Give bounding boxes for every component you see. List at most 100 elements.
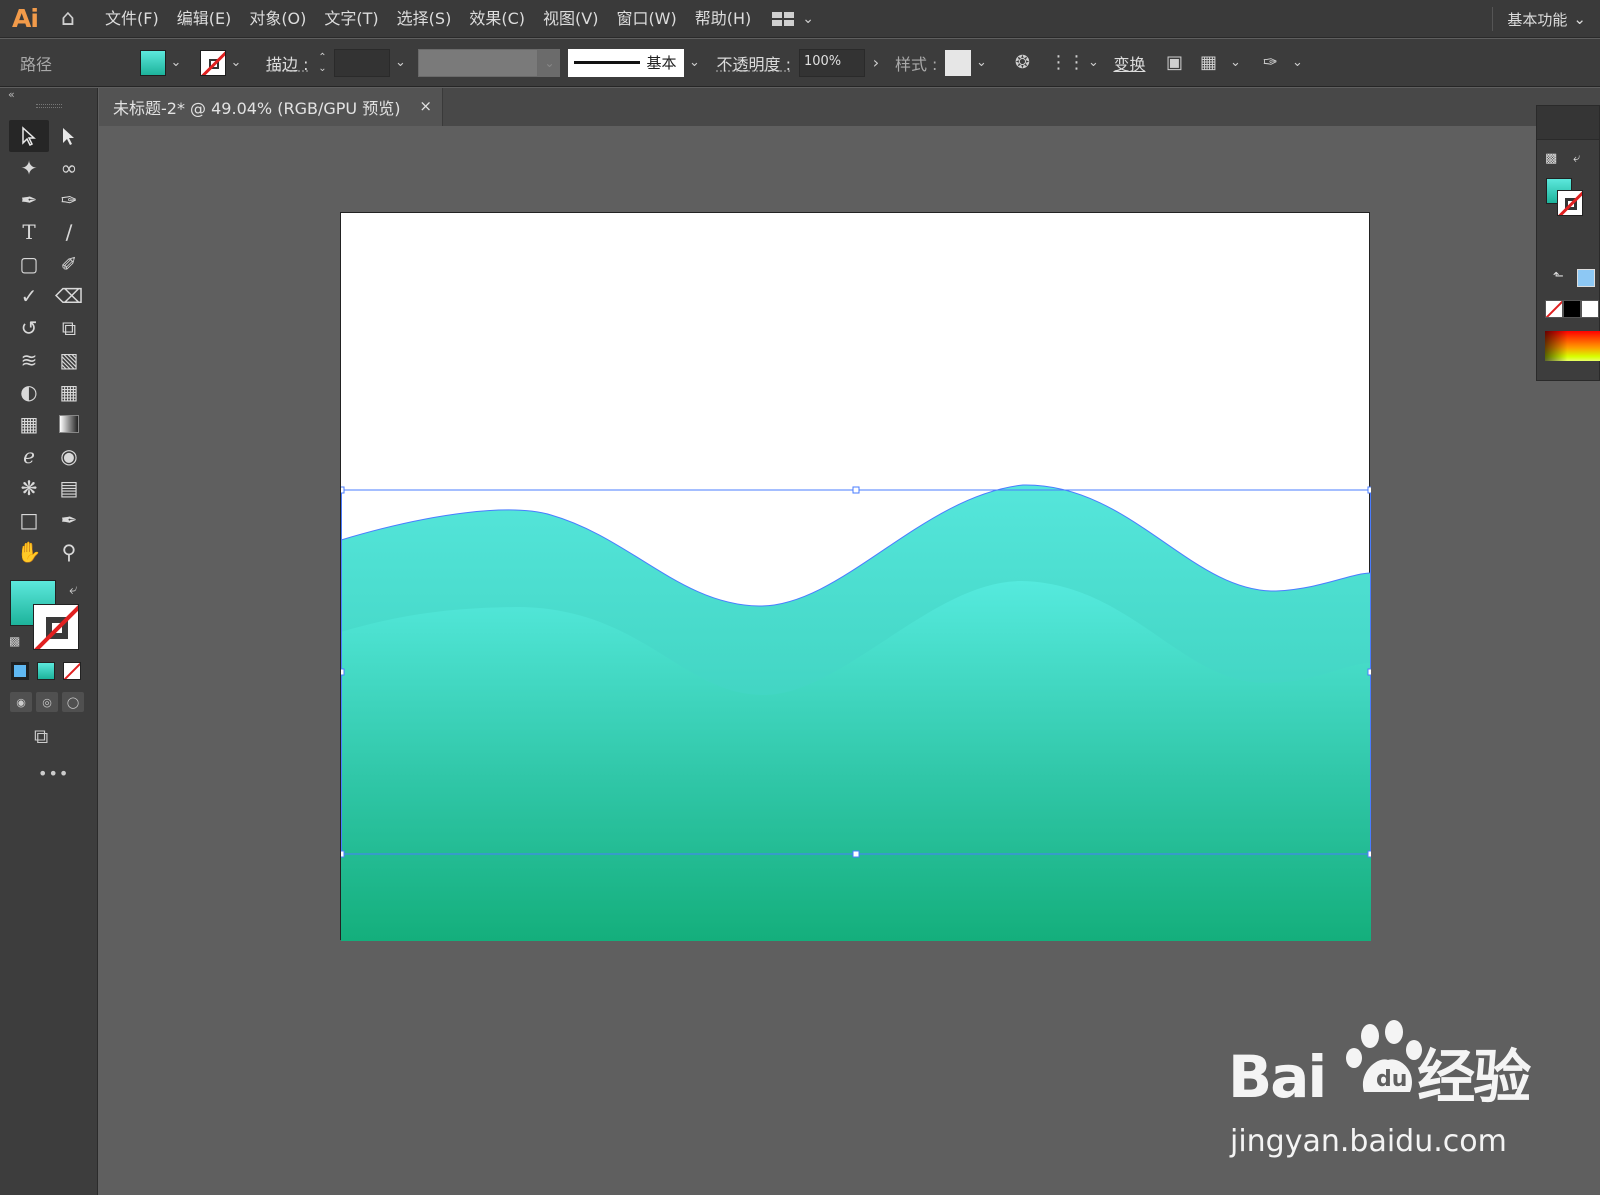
line-segment-tool-icon[interactable]: ∕ — [49, 216, 89, 248]
menu-object[interactable]: 对象(O) — [240, 0, 315, 38]
color-spectrum-ramp[interactable] — [1545, 331, 1600, 361]
opacity-label[interactable]: 不透明度 : — [716, 51, 790, 75]
eyedropper-tool-icon[interactable]: ℯ — [9, 440, 49, 472]
stroke-color-swatch[interactable] — [33, 604, 79, 650]
pen-tool-icon[interactable]: ✒ — [9, 184, 49, 216]
transform-link[interactable]: 变换 — [1113, 51, 1145, 75]
shaper-tool-icon[interactable]: ✓ — [9, 280, 49, 312]
screen-mode-icon[interactable]: ⧉ — [34, 724, 97, 748]
align-dropdown-icon[interactable]: ⌄ — [1083, 55, 1103, 70]
scale-tool-icon[interactable]: ⧉ — [49, 312, 89, 344]
stroke-dropdown-icon[interactable]: ⌄ — [226, 55, 246, 70]
brush-dropdown-icon[interactable]: ⌄ — [684, 55, 704, 70]
menu-effect[interactable]: 效果(C) — [460, 0, 534, 38]
select-similar-dropdown-icon[interactable]: ⌄ — [1225, 55, 1245, 70]
style-label: 样式 : — [894, 54, 938, 74]
arrange-documents-button[interactable]: ⌄ — [772, 11, 814, 27]
edit-toolbar-icon[interactable]: ••• — [38, 764, 97, 783]
draw-inside-icon[interactable]: ◯ — [62, 692, 84, 712]
style-dropdown-icon[interactable]: ⌄ — [971, 55, 991, 70]
workspace-switcher[interactable]: 基本功能 ⌄ — [1492, 0, 1600, 38]
black-swatch[interactable] — [1563, 300, 1581, 318]
variable-width-profile[interactable] — [418, 48, 539, 77]
color-mode-icon[interactable] — [11, 662, 29, 680]
rectangle-tool-icon[interactable]: ▢ — [9, 248, 49, 280]
close-tab-icon[interactable]: × — [419, 97, 432, 115]
none-swatch[interactable] — [1545, 300, 1563, 318]
collapse-panel-icon[interactable]: « — [0, 88, 97, 102]
menu-select[interactable]: 选择(S) — [388, 0, 461, 38]
artboard-tool-icon[interactable]: □ — [9, 504, 49, 536]
white-swatch[interactable] — [1581, 300, 1599, 318]
menu-window[interactable]: 窗口(W) — [607, 0, 685, 38]
brush-stroke-preview — [574, 61, 641, 64]
draw-behind-icon[interactable]: ◎ — [36, 692, 58, 712]
stroke-weight-stepper[interactable]: ⌃ ⌄ — [312, 52, 332, 74]
menu-view[interactable]: 视图(V) — [534, 0, 607, 38]
symbol-sprayer-tool-icon[interactable]: ❋ — [9, 472, 49, 504]
rotate-tool-icon[interactable]: ↺ — [9, 312, 49, 344]
stroke-label[interactable]: 描边 : — [266, 51, 308, 75]
swap-colors-icon[interactable]: ⤶ — [1573, 151, 1580, 166]
artboard[interactable] — [340, 212, 1371, 941]
mesh-tool-icon[interactable]: ▦ — [9, 408, 49, 440]
opacity-slider-arrow-icon[interactable]: › — [865, 53, 887, 72]
draw-normal-icon[interactable]: ◉ — [10, 692, 32, 712]
direct-selection-tool-icon[interactable] — [49, 120, 89, 152]
lasso-tool-icon[interactable]: ∞ — [49, 152, 89, 184]
width-tool-icon[interactable]: ≋ — [9, 344, 49, 376]
puppet-warp-icon[interactable]: ✑ — [1253, 52, 1287, 73]
stroke-swatch[interactable] — [200, 49, 226, 76]
panel-stroke-swatch[interactable] — [1557, 190, 1583, 216]
none-mode-icon[interactable] — [63, 662, 81, 680]
panel-grip[interactable] — [35, 104, 62, 108]
paintbrush-tool-icon[interactable]: ✐ — [49, 248, 89, 280]
profile-dropdown-icon[interactable]: ⌄ — [538, 48, 561, 77]
watermark-brand-bai: Bai — [1228, 1043, 1327, 1111]
align-options-icon[interactable]: ⋮⋮ — [1049, 52, 1085, 73]
opacity-input[interactable]: 100% — [798, 48, 865, 77]
isolate-object-icon[interactable]: ▣ — [1157, 52, 1191, 73]
panel-header[interactable] — [1537, 106, 1599, 140]
home-icon[interactable]: ⌂ — [46, 6, 90, 31]
shape-builder-tool-icon[interactable]: ◐ — [9, 376, 49, 408]
perspective-grid-tool-icon[interactable]: ▦ — [49, 376, 89, 408]
hand-tool-icon[interactable]: ✋ — [9, 536, 49, 568]
column-graph-tool-icon[interactable]: ▤ — [49, 472, 89, 504]
default-colors-icon[interactable]: ▩ — [1545, 151, 1557, 166]
color-mode-row — [0, 662, 97, 680]
fill-dropdown-icon[interactable]: ⌄ — [166, 55, 186, 70]
default-fill-stroke-icon[interactable]: ▩ — [9, 634, 20, 648]
free-transform-tool-icon[interactable]: ▧ — [49, 344, 89, 376]
last-color-swatch[interactable] — [1577, 269, 1595, 287]
slice-tool-icon[interactable]: ✒ — [49, 504, 89, 536]
stroke-weight-dropdown-icon[interactable]: ⌄ — [390, 55, 410, 70]
menu-help[interactable]: 帮助(H) — [686, 0, 761, 38]
control-bar: 路径 ⌄ ⌄ 描边 : ⌃ ⌄ ⌄ ⌄ 基本 ⌄ 不透明度 : 100% › 样式… — [0, 39, 1600, 87]
magic-wand-tool-icon[interactable]: ✦ — [9, 152, 49, 184]
selection-tool-icon[interactable] — [9, 120, 49, 152]
quick-swatches — [1545, 300, 1599, 318]
menu-type[interactable]: 文字(T) — [315, 0, 387, 38]
panel-menu-dropdown-icon[interactable]: ⌄ — [1287, 55, 1307, 70]
fill-swatch[interactable] — [140, 49, 166, 76]
gradient-mode-icon[interactable] — [37, 662, 55, 680]
zoom-tool-icon[interactable]: ⚲ — [49, 536, 89, 568]
blend-tool-icon[interactable]: ◉ — [49, 440, 89, 472]
recolor-artwork-icon[interactable]: ❂ — [1005, 52, 1039, 73]
select-similar-icon[interactable]: ▦ — [1191, 52, 1225, 73]
eraser-tool-icon[interactable]: ⌫ — [49, 280, 89, 312]
menu-edit[interactable]: 编辑(E) — [168, 0, 241, 38]
stroke-weight-input[interactable] — [334, 48, 391, 77]
type-tool-icon[interactable]: T — [9, 216, 49, 248]
brush-definition[interactable]: 基本 — [568, 48, 685, 77]
workspace-label: 基本功能 — [1507, 10, 1568, 29]
out-of-gamut-icon[interactable]: ⬑ — [1553, 269, 1564, 284]
chevron-down-icon: ⌄ — [802, 10, 815, 27]
graphic-style-swatch[interactable] — [945, 49, 972, 76]
gradient-tool-icon[interactable] — [49, 408, 89, 440]
curvature-tool-icon[interactable]: ✑ — [49, 184, 89, 216]
menu-file[interactable]: 文件(F) — [96, 0, 168, 38]
swap-fill-stroke-icon[interactable]: ⤶ — [69, 580, 77, 598]
document-tab[interactable]: 未标题-2* @ 49.04% (RGB/GPU 预览) × — [99, 88, 443, 126]
